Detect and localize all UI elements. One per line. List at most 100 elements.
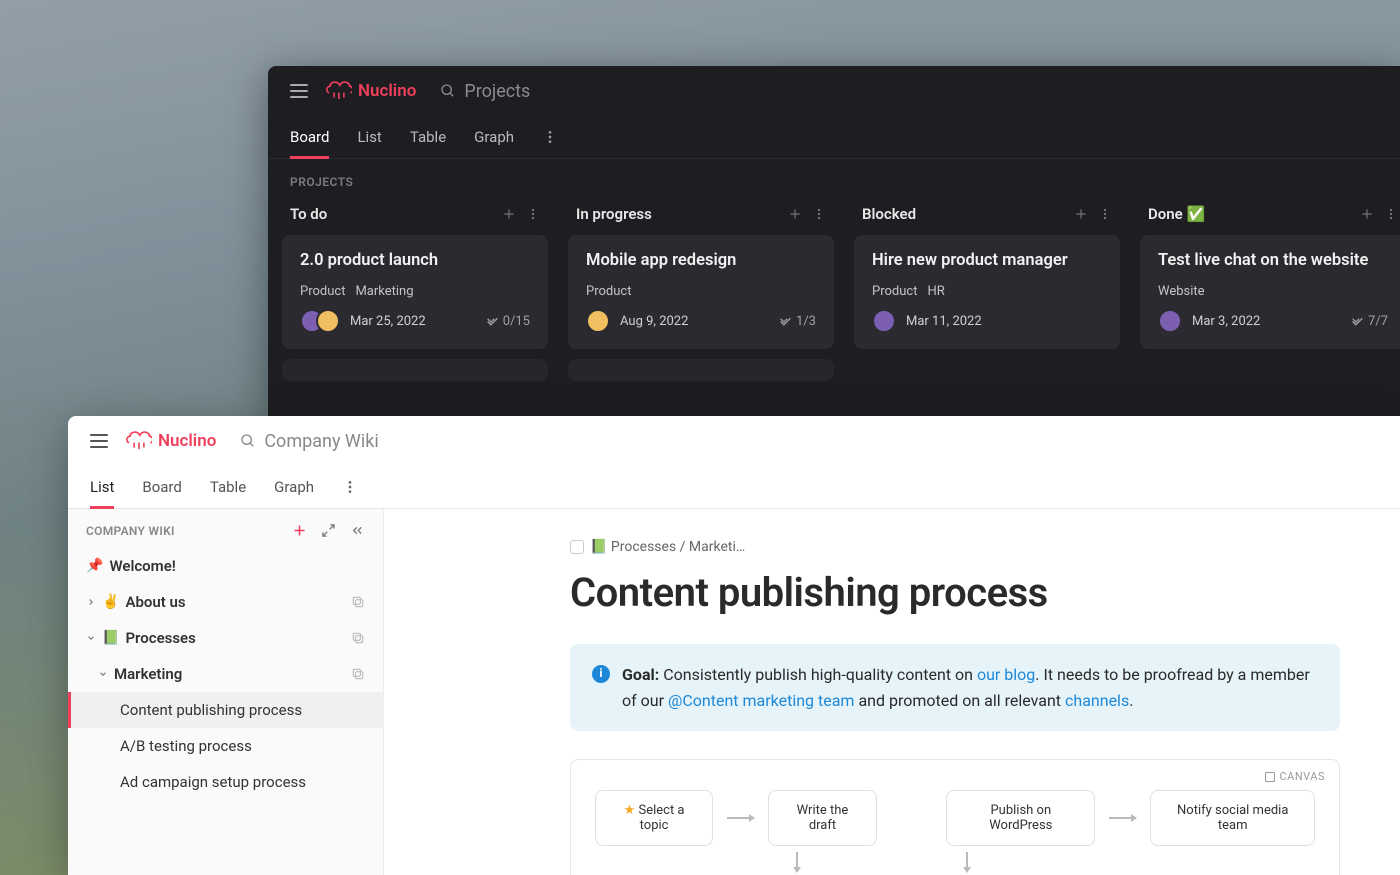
arrow-icon xyxy=(1109,817,1136,819)
tab-board[interactable]: Board xyxy=(142,466,181,508)
column-title: To do xyxy=(290,205,327,223)
tag: Product xyxy=(300,284,345,299)
tab-graph[interactable]: Graph xyxy=(474,116,514,158)
link-channels[interactable]: channels xyxy=(1065,691,1129,710)
tag: Marketing xyxy=(355,284,413,299)
card-title: Hire new product manager xyxy=(872,251,1102,270)
menu-icon[interactable] xyxy=(290,84,308,98)
card-progress: 7/7 xyxy=(1351,314,1388,329)
card[interactable]: 2.0 product launch ProductMarketing Mar … xyxy=(282,235,548,349)
flow-node[interactable]: Publish on WordPress xyxy=(946,790,1095,846)
tab-table[interactable]: Table xyxy=(210,466,246,508)
sidebar-label: COMPANY WIKI xyxy=(86,524,175,538)
tag: Product xyxy=(872,284,917,299)
chevron-down-icon xyxy=(98,669,108,679)
book-icon: 📗 xyxy=(102,630,119,646)
expand-icon[interactable] xyxy=(321,523,336,538)
section-label: PROJECTS xyxy=(268,159,1400,197)
sidebar-item-about[interactable]: ✌️ About us xyxy=(68,584,383,620)
avatars xyxy=(586,309,610,333)
brand-logo[interactable]: Nuclino xyxy=(126,430,216,452)
canvas-label: CANVAS xyxy=(1264,770,1326,783)
flow-diagram: ★ Select a topic Write the draft Publish… xyxy=(595,790,1315,846)
sidebar-item-ab-testing[interactable]: A/B testing process xyxy=(68,728,383,764)
brand-name: Nuclino xyxy=(358,81,416,101)
menu-icon[interactable] xyxy=(90,434,108,448)
column-todo: To do 2.0 product launch ProductMarketin… xyxy=(282,197,548,381)
page-content: 📗 Processes / Marketi… Content publishin… xyxy=(384,509,1400,875)
sidebar: COMPANY WIKI 📌 Welcome! ✌️ About us xyxy=(68,509,384,875)
check-icon xyxy=(779,315,792,328)
more-icon[interactable] xyxy=(812,207,826,221)
avatar xyxy=(872,309,896,333)
breadcrumb[interactable]: 📗 Processes / Marketi… xyxy=(570,539,1340,555)
flow-node[interactable]: Notify social media team xyxy=(1150,790,1315,846)
sidebar-item-content-publishing[interactable]: Content publishing process xyxy=(68,692,383,728)
tab-graph[interactable]: Graph xyxy=(274,466,314,508)
add-icon[interactable] xyxy=(1074,207,1088,221)
checkbox-icon[interactable] xyxy=(570,540,584,554)
sidebar-item-welcome[interactable]: 📌 Welcome! xyxy=(68,548,383,584)
add-icon[interactable] xyxy=(502,207,516,221)
avatar xyxy=(1158,309,1182,333)
search-label: Projects xyxy=(464,81,530,102)
check-icon xyxy=(1351,315,1364,328)
add-icon[interactable] xyxy=(1360,207,1374,221)
chevron-right-icon xyxy=(86,597,96,607)
column-blocked: Blocked Hire new product manager Product… xyxy=(854,197,1120,381)
flow-node[interactable]: Write the draft xyxy=(768,790,876,846)
more-icon[interactable] xyxy=(342,479,358,495)
more-icon[interactable] xyxy=(526,207,540,221)
card[interactable] xyxy=(568,359,834,381)
card[interactable]: Mobile app redesign Product Aug 9, 2022 … xyxy=(568,235,834,349)
check-icon xyxy=(486,315,499,328)
column-done: Done ✅ Test live chat on the website Web… xyxy=(1140,197,1400,381)
avatar xyxy=(586,309,610,333)
arrow-down-icon xyxy=(796,852,798,872)
sidebar-item-marketing[interactable]: Marketing xyxy=(68,656,383,692)
canvas-block[interactable]: CANVAS ★ Select a topic Write the draft … xyxy=(570,759,1340,875)
brand-logo[interactable]: Nuclino xyxy=(326,80,416,102)
goal-callout: i Goal: Consistently publish high-qualit… xyxy=(570,644,1340,731)
tab-list[interactable]: List xyxy=(90,466,114,508)
canvas-icon xyxy=(1264,771,1276,783)
tab-table[interactable]: Table xyxy=(410,116,446,158)
card[interactable]: Test live chat on the website Website Ma… xyxy=(1140,235,1400,349)
search-area[interactable]: Projects xyxy=(440,81,530,102)
tab-board[interactable]: Board xyxy=(290,116,329,158)
card-title: Test live chat on the website xyxy=(1158,251,1388,270)
column-in-progress: In progress Mobile app redesign Product … xyxy=(568,197,834,381)
link-our-blog[interactable]: our blog xyxy=(977,665,1035,684)
chevron-down-icon xyxy=(86,633,96,643)
card-date: Aug 9, 2022 xyxy=(620,314,688,329)
search-area[interactable]: Company Wiki xyxy=(240,431,378,452)
search-icon xyxy=(240,433,256,449)
card-progress: 1/3 xyxy=(779,314,816,329)
avatars xyxy=(1158,309,1182,333)
add-icon[interactable] xyxy=(788,207,802,221)
arrow-icon xyxy=(727,817,754,819)
tag: Website xyxy=(1158,284,1205,299)
tag: Product xyxy=(586,284,631,299)
tab-list[interactable]: List xyxy=(357,116,381,158)
card[interactable] xyxy=(282,359,548,381)
more-icon[interactable] xyxy=(1384,207,1398,221)
pin-icon: 📌 xyxy=(86,558,103,574)
link-content-team[interactable]: @Content marketing team xyxy=(668,691,854,710)
more-icon[interactable] xyxy=(1098,207,1112,221)
card[interactable]: Hire new product manager ProductHR Mar 1… xyxy=(854,235,1120,349)
copy-icon[interactable] xyxy=(351,631,365,645)
search-icon xyxy=(440,83,456,99)
sidebar-item-ad-campaign[interactable]: Ad campaign setup process xyxy=(68,764,383,800)
sidebar-item-processes[interactable]: 📗 Processes xyxy=(68,620,383,656)
flow-node[interactable]: ★ Select a topic xyxy=(595,790,713,846)
board-columns: To do 2.0 product launch ProductMarketin… xyxy=(268,197,1400,381)
card-date: Mar 25, 2022 xyxy=(350,314,426,329)
card-date: Mar 3, 2022 xyxy=(1192,314,1260,329)
copy-icon[interactable] xyxy=(351,595,365,609)
add-icon[interactable] xyxy=(292,523,307,538)
tag: HR xyxy=(927,284,944,299)
copy-icon[interactable] xyxy=(351,667,365,681)
more-icon[interactable] xyxy=(542,129,558,145)
collapse-icon[interactable] xyxy=(350,523,365,538)
